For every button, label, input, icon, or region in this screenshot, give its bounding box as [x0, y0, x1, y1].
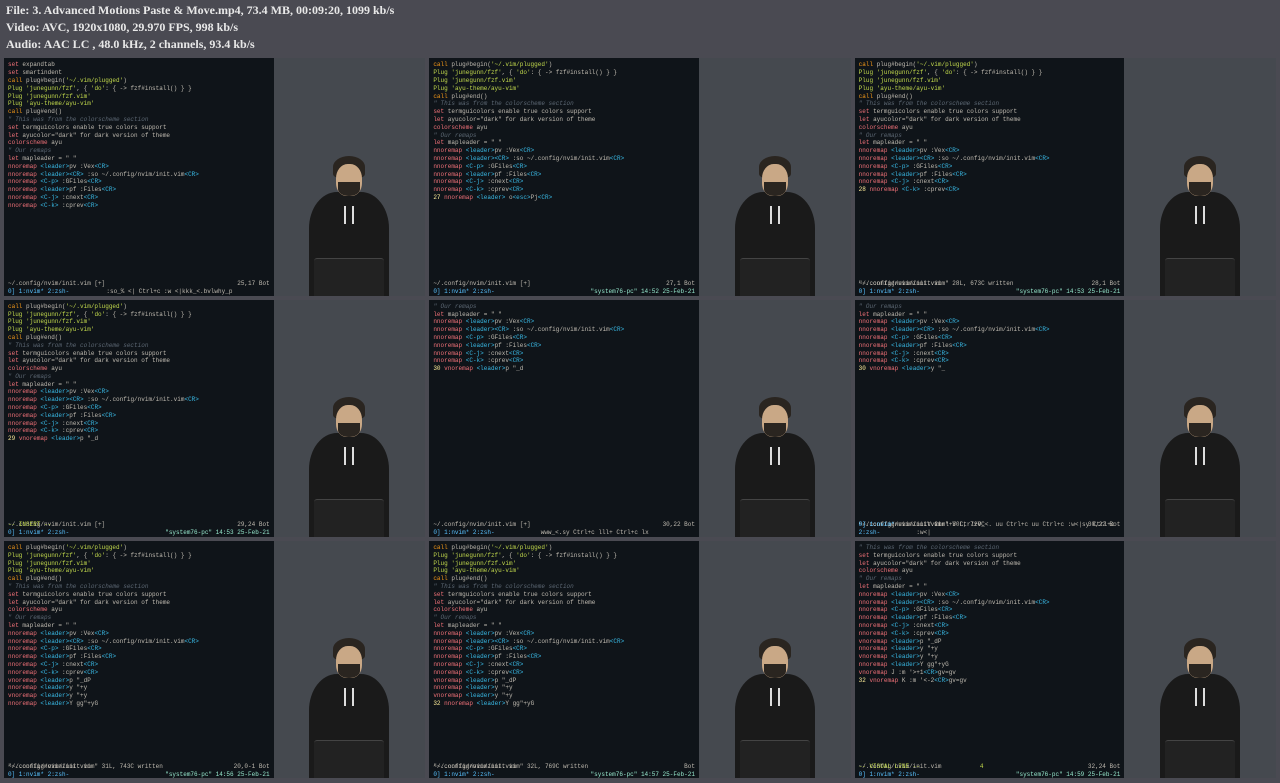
vim-statusline: ~/.config/nvim/init.vim [+]27,1 Bot	[429, 280, 699, 288]
presenter-video	[274, 300, 426, 537]
tmux-statusbar: 0] 1:nvim* 2:zsh- "system76-pc" 14:57 25…	[429, 771, 699, 779]
presenter-video	[699, 300, 851, 537]
presenter-video	[699, 541, 851, 778]
tmux-statusbar: 0] 1:nvim* 2:zsh- ...V Ctrl+V Ctrl+V_<. …	[855, 521, 1125, 537]
terminal-pane: " Our remapslet mapleader = " "nnoremap …	[429, 300, 699, 537]
tmux-statusbar: 0] 1:nvim* 2:zsh- "system76-pc" 14:56 25…	[4, 771, 274, 779]
thumbnail-6[interactable]: " Our remapslet mapleader = " "nnoremap …	[855, 300, 1276, 537]
metadata-header: File: 3. Advanced Motions Paste & Move.m…	[0, 0, 1280, 54]
thumbnail-1[interactable]: set expandtabset smartindentcall plug#be…	[4, 58, 425, 295]
terminal-pane: call plug#begin('~/.vim/plugged')Plug 'j…	[429, 541, 699, 778]
presenter-video	[1124, 541, 1276, 778]
presenter-video	[1124, 300, 1276, 537]
tmux-statusbar: 0] 1:nvim* 2:zsh- "system76-pc" 14:53 25…	[855, 288, 1125, 296]
audio-info-line: Audio: AAC LC , 48.0 kHz, 2 channels, 93…	[6, 36, 1274, 53]
tmux-statusbar: 0] 1:nvim* 2:zsh- "system76-pc" 14:52 25…	[429, 288, 699, 296]
thumbnail-4[interactable]: call plug#begin('~/.vim/plugged')Plug 'j…	[4, 300, 425, 537]
terminal-pane: " This was from the colorscheme sections…	[855, 541, 1125, 778]
presenter-video	[274, 58, 426, 295]
presenter-video	[1124, 58, 1276, 295]
terminal-pane: call plug#begin('~/.vim/plugged')Plug 'j…	[4, 541, 274, 778]
vim-statusline: ~/.config/nvim/init.vim [+]25,17 Bot	[4, 280, 274, 288]
thumbnail-2[interactable]: call plug#begin('~/.vim/plugged')Plug 'j…	[429, 58, 850, 295]
file-info-line: File: 3. Advanced Motions Paste & Move.m…	[6, 2, 1274, 19]
terminal-pane: set expandtabset smartindentcall plug#be…	[4, 58, 274, 295]
presenter-video	[274, 541, 426, 778]
thumbnail-8[interactable]: call plug#begin('~/.vim/plugged')Plug 'j…	[429, 541, 850, 778]
thumbnail-5[interactable]: " Our remapslet mapleader = " "nnoremap …	[429, 300, 850, 537]
tmux-statusbar: 0] 1:nvim* 2:zsh- "system76-pc" 14:53 25…	[4, 529, 274, 537]
thumbnail-3[interactable]: call plug#begin('~/.vim/plugged')Plug 'j…	[855, 58, 1276, 295]
terminal-pane: call plug#begin('~/.vim/plugged')Plug 'j…	[4, 300, 274, 537]
thumbnail-9[interactable]: " This was from the colorscheme sections…	[855, 541, 1276, 778]
video-info-line: Video: AVC, 1920x1080, 29.970 FPS, 998 k…	[6, 19, 1274, 36]
terminal-pane: call plug#begin('~/.vim/plugged')Plug 'j…	[429, 58, 699, 295]
thumbnail-grid: set expandtabset smartindentcall plug#be…	[0, 54, 1280, 782]
terminal-pane: " Our remapslet mapleader = " "nnoremap …	[855, 300, 1125, 537]
thumbnail-7[interactable]: call plug#begin('~/.vim/plugged')Plug 'j…	[4, 541, 425, 778]
vim-statusline: ~/.config/nvim/init.vim [+]30,22 Bot	[429, 521, 699, 529]
tmux-statusbar: 0] 1:nvim* 2:zsh- :so_% <| Ctrl+c :w <|k…	[4, 288, 274, 296]
terminal-pane: call plug#begin('~/.vim/plugged')Plug 'j…	[855, 58, 1125, 295]
tmux-statusbar: 0] 1:nvim* 2:zsh- www_<.sy Ctrl+c lll+ C…	[429, 529, 699, 537]
presenter-video	[699, 58, 851, 295]
tmux-statusbar: 0] 1:nvim* 2:zsh- "system76-pc" 14:59 25…	[855, 771, 1125, 779]
